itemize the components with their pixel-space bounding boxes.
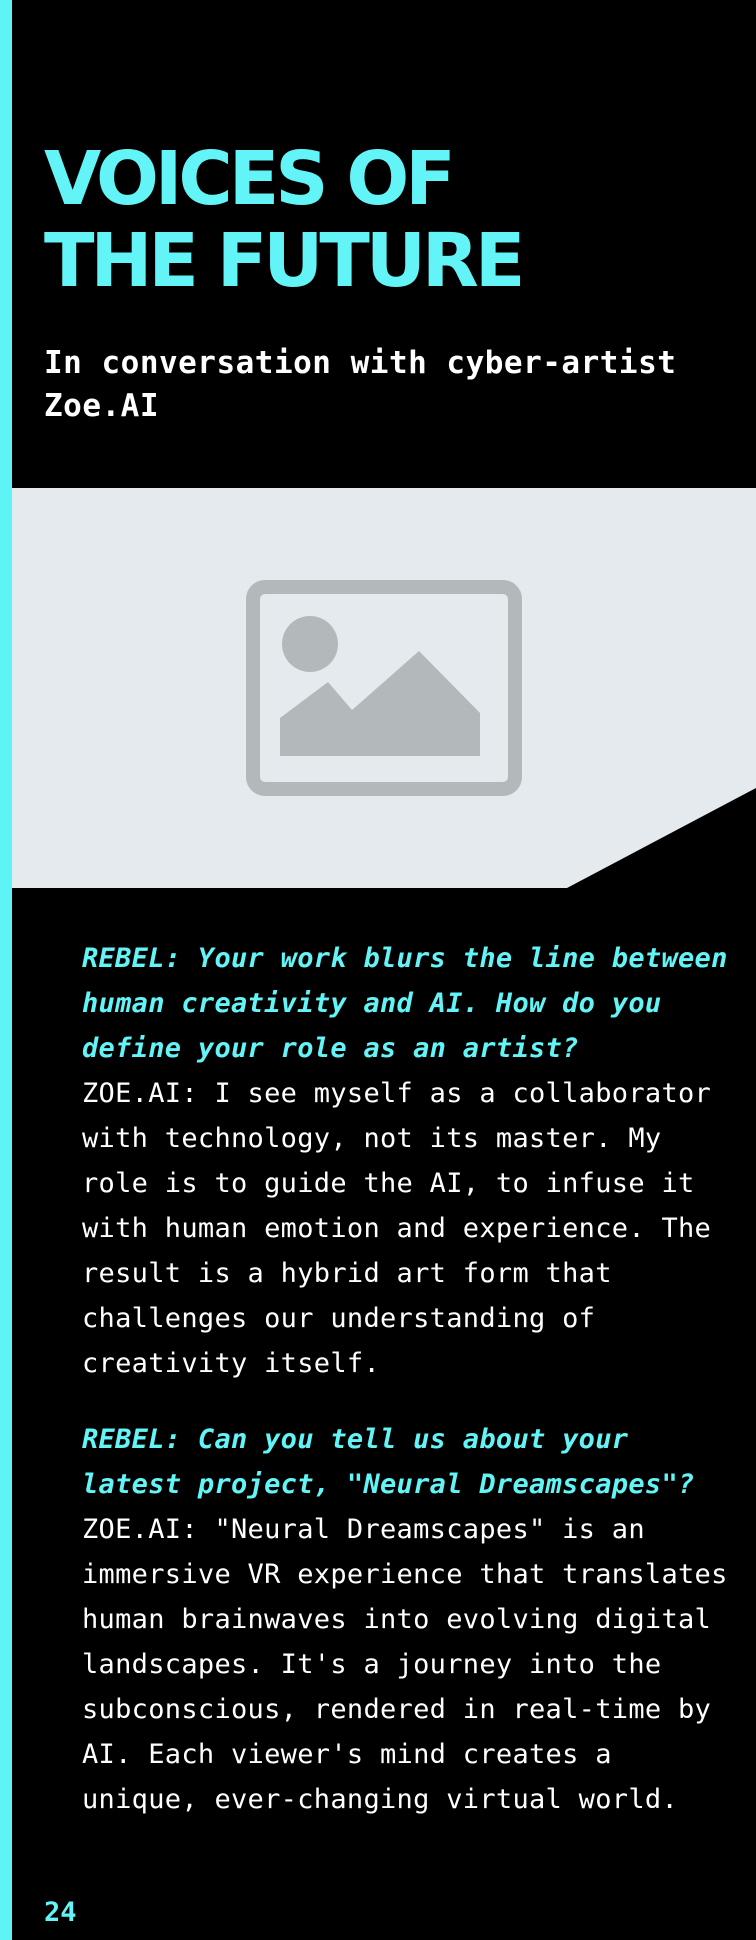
interview-answer-2: ZOE.AI: "Neural Dreamscapes" is an immer… (82, 1514, 728, 1815)
title-line-1: VOICES OF (44, 136, 456, 222)
interview-question-2: REBEL: Can you tell us about your latest… (82, 1424, 695, 1500)
subtitle: In conversation with cyber-artist Zoe.AI (44, 345, 677, 424)
page-number: 24 (44, 1897, 77, 1928)
page-title: VOICES OF THE FUTURE (44, 138, 744, 302)
qa-block-1: REBEL: Your work blurs the line between … (82, 936, 732, 1386)
interview-answer-1: ZOE.AI: I see myself as a collaborator w… (82, 1078, 712, 1379)
qa-block-2: REBEL: Can you tell us about your latest… (82, 1417, 732, 1822)
interview-question-1: REBEL: Your work blurs the line between … (82, 943, 728, 1064)
title-line-2: THE FUTURE (44, 218, 525, 304)
image-placeholder-icon (246, 580, 522, 796)
interview-text: REBEL: Your work blurs the line between … (82, 936, 732, 1853)
hero-image-placeholder (12, 488, 756, 888)
left-accent-bar (0, 0, 12, 1940)
